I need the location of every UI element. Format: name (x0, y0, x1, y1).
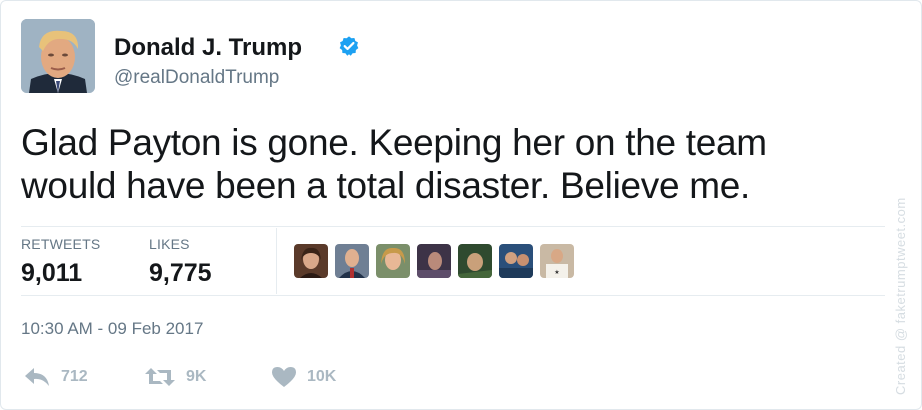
like-count: 10K (307, 368, 337, 385)
author-handle[interactable]: @realDonaldTrump (114, 67, 279, 89)
retweets-label[interactable]: RETWEETS (21, 236, 100, 252)
author-name[interactable]: Donald J. Trump (114, 34, 302, 62)
tweet-timestamp[interactable]: 10:30 AM - 09 Feb 2017 (21, 319, 203, 339)
reply-button[interactable]: 712 (23, 363, 88, 391)
liker-avatar[interactable] (335, 244, 369, 278)
tweet-text-line: Glad Payton is gone. Keeping her on the … (21, 122, 767, 163)
liker-avatar[interactable] (499, 244, 533, 278)
liker-avatar[interactable] (458, 244, 492, 278)
retweets-count[interactable]: 9,011 (21, 259, 82, 288)
stats-top-divider (21, 226, 885, 227)
liker-avatar[interactable] (294, 244, 328, 278)
stats-bottom-divider (21, 295, 885, 296)
retweet-button[interactable]: 9K (144, 363, 206, 391)
liker-avatar[interactable] (376, 244, 410, 278)
verified-badge-icon (339, 36, 359, 56)
reply-count: 712 (61, 368, 88, 385)
watermark: Created @ faketrumptweet.com (893, 197, 908, 395)
tweet-text-line: would have been a total disaster. Believ… (21, 165, 751, 206)
retweet-count: 9K (186, 368, 207, 385)
liker-avatar[interactable]: ★ (540, 244, 574, 278)
like-button[interactable]: 10K (271, 363, 336, 391)
liker-avatar[interactable] (417, 244, 451, 278)
heart-icon (272, 367, 296, 387)
svg-text:★: ★ (554, 269, 559, 276)
avatar-photo (21, 19, 95, 93)
retweet-icon (145, 368, 175, 386)
tweet-text: Glad Payton is gone. Keeping her on the … (21, 121, 871, 207)
likes-count[interactable]: 9,775 (149, 259, 212, 288)
tweet-card: Donald J. Trump @realDonaldTrump Glad Pa… (0, 0, 922, 410)
reply-icon (25, 368, 49, 386)
stats-separator (276, 228, 277, 294)
author-avatar[interactable] (21, 19, 95, 93)
likes-label[interactable]: LIKES (149, 236, 190, 252)
